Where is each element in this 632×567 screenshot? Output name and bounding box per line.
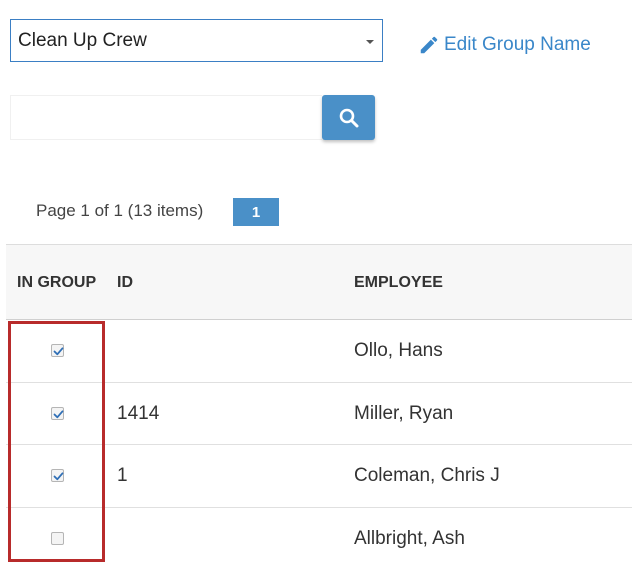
in-group-checkbox[interactable]	[51, 531, 64, 545]
employee-name: Miller, Ryan	[354, 402, 454, 424]
search-input[interactable]	[10, 95, 322, 140]
employee-name: Ollo, Hans	[354, 340, 443, 361]
employee-table: IN GROUP ID EMPLOYEE Ollo, Hans 1414 Mil…	[6, 244, 632, 567]
table-row: Ollo, Hans	[6, 320, 632, 383]
table-row: 1 Coleman, Chris J	[6, 445, 632, 508]
edit-group-name-label: Edit Group Name	[444, 34, 591, 55]
column-header-id[interactable]: ID	[117, 274, 133, 292]
in-group-checkbox[interactable]	[51, 469, 64, 482]
table-header: IN GROUP ID EMPLOYEE	[6, 244, 632, 320]
checkmark-icon	[53, 409, 64, 418]
group-select-value: Clean Up Crew	[18, 29, 147, 51]
search-icon	[339, 108, 358, 127]
search-button[interactable]	[322, 95, 375, 140]
edit-group-name-link[interactable]: Edit Group Name	[418, 34, 591, 56]
checkmark-icon	[53, 347, 64, 356]
checkmark-icon	[53, 472, 64, 481]
in-group-checkbox[interactable]	[51, 406, 64, 420]
page-button-1[interactable]: 1	[233, 198, 279, 226]
caret-down-icon	[366, 40, 374, 44]
group-editor-page: Clean Up Crew Edit Group Name Page 1 of …	[0, 0, 632, 567]
employee-id: 1414	[117, 402, 160, 424]
in-group-checkbox[interactable]	[51, 344, 64, 357]
employee-name: Coleman, Chris J	[354, 465, 500, 486]
pencil-icon	[420, 36, 438, 54]
group-select[interactable]: Clean Up Crew	[10, 19, 383, 62]
column-header-employee[interactable]: EMPLOYEE	[354, 274, 443, 292]
column-header-in-group[interactable]: IN GROUP	[17, 274, 96, 292]
employee-id: 1	[117, 465, 128, 486]
employee-name: Allbright, Ash	[354, 527, 465, 549]
table-row: Allbright, Ash	[6, 508, 632, 567]
table-row: 1414 Miller, Ryan	[6, 383, 632, 445]
pager-info: Page 1 of 1 (13 items)	[36, 201, 204, 220]
